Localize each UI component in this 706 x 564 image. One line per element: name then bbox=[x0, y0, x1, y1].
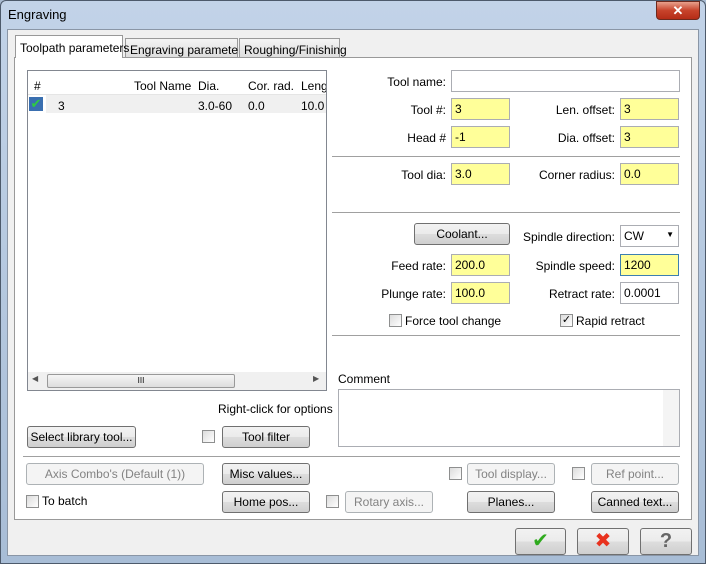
row-dia: 3.0-60 bbox=[198, 99, 233, 113]
ref-point-checkbox[interactable] bbox=[572, 467, 585, 480]
len-offset-input[interactable]: 3 bbox=[620, 98, 679, 120]
row-length: 10.0 bbox=[301, 99, 325, 113]
tool-check-icon: ✔ bbox=[29, 96, 43, 111]
tool-dia-label: Tool dia: bbox=[401, 168, 446, 182]
misc-values-button[interactable]: Misc values... bbox=[222, 463, 310, 485]
spindle-direction-value: CW bbox=[624, 229, 644, 243]
rotary-axis-checkbox[interactable] bbox=[326, 495, 339, 508]
force-tool-change-label: Force tool change bbox=[405, 314, 502, 328]
ok-button[interactable]: ✔ bbox=[515, 528, 566, 555]
force-tool-change-checkbox[interactable] bbox=[389, 314, 402, 327]
horizontal-scrollbar[interactable]: ◀ III ▶ bbox=[28, 372, 326, 390]
dia-offset-input[interactable]: 3 bbox=[620, 126, 679, 148]
x-icon: ✖ bbox=[594, 530, 612, 552]
plunge-rate-label: Plunge rate: bbox=[381, 287, 446, 301]
corner-radius-label: Corner radius: bbox=[538, 168, 615, 182]
close-button[interactable]: ✕ bbox=[656, 1, 700, 20]
divider bbox=[23, 456, 680, 457]
comment-textarea[interactable] bbox=[338, 389, 680, 447]
divider bbox=[332, 335, 680, 336]
row-num: 3 bbox=[58, 99, 65, 113]
column-header-dia[interactable]: Dia. bbox=[198, 79, 219, 93]
close-icon: ✕ bbox=[672, 3, 684, 18]
head-num-label: Head # bbox=[407, 131, 446, 145]
tool-name-label: Tool name: bbox=[387, 75, 446, 89]
planes-button[interactable]: Planes... bbox=[467, 491, 555, 513]
window-title: Engraving bbox=[8, 7, 67, 22]
divider bbox=[332, 212, 680, 213]
tool-num-label: Tool #: bbox=[410, 103, 446, 117]
spindle-speed-label: Spindle speed: bbox=[535, 259, 615, 273]
cancel-button[interactable]: ✖ bbox=[577, 528, 629, 555]
tool-display-button[interactable]: Tool display... bbox=[467, 463, 555, 485]
table-row[interactable] bbox=[46, 95, 326, 113]
divider bbox=[332, 156, 680, 157]
tool-name-input[interactable] bbox=[451, 70, 680, 92]
help-button[interactable]: ? bbox=[640, 528, 692, 555]
tab-roughing-finishing[interactable]: Roughing/Finishing bbox=[239, 38, 347, 58]
home-pos-button[interactable]: Home pos... bbox=[222, 491, 310, 513]
canned-text-button[interactable]: Canned text... bbox=[591, 491, 679, 513]
scroll-left-icon[interactable]: ◀ bbox=[32, 374, 38, 383]
scroll-thumb[interactable]: III bbox=[47, 374, 235, 388]
plunge-rate-input[interactable]: 100.0 bbox=[451, 282, 510, 304]
dia-offset-label: Dia. offset: bbox=[557, 131, 615, 145]
question-icon: ? bbox=[659, 530, 673, 552]
comment-scrollbar[interactable] bbox=[663, 390, 679, 446]
spindle-speed-input[interactable]: 1200 bbox=[620, 254, 679, 276]
tool-filter-checkbox[interactable] bbox=[202, 430, 215, 443]
spindle-direction-select[interactable]: CW ▼ bbox=[620, 225, 679, 247]
tab-engraving-parameters[interactable]: Engraving parameters bbox=[125, 38, 248, 58]
tab-toolpath-parameters[interactable]: Toolpath parameters bbox=[15, 35, 129, 58]
spindle-direction-label: Spindle direction: bbox=[522, 230, 615, 244]
chevron-down-icon: ▼ bbox=[666, 230, 674, 239]
head-num-input[interactable]: -1 bbox=[451, 126, 510, 148]
len-offset-label: Len. offset: bbox=[555, 103, 615, 117]
rapid-retract-label: Rapid retract bbox=[576, 314, 645, 328]
rapid-retract-checkbox[interactable]: ✓ bbox=[560, 314, 573, 327]
axis-combo-button[interactable]: Axis Combo's (Default (1)) bbox=[26, 463, 204, 485]
retract-rate-input[interactable]: 0.0001 bbox=[620, 282, 679, 304]
column-header-length[interactable]: Leng bbox=[301, 79, 326, 93]
coolant-button[interactable]: Coolant... bbox=[414, 223, 510, 245]
rotary-axis-button[interactable]: Rotary axis... bbox=[345, 491, 433, 513]
tool-num-input[interactable]: 3 bbox=[451, 98, 510, 120]
scroll-right-icon[interactable]: ▶ bbox=[313, 374, 319, 383]
tool-filter-button[interactable]: Tool filter bbox=[222, 426, 310, 448]
feed-rate-input[interactable]: 200.0 bbox=[451, 254, 510, 276]
tool-display-checkbox[interactable] bbox=[449, 467, 462, 480]
feed-rate-label: Feed rate: bbox=[391, 259, 446, 273]
row-cor-rad: 0.0 bbox=[248, 99, 265, 113]
ref-point-button[interactable]: Ref point... bbox=[591, 463, 679, 485]
column-header-cor-rad[interactable]: Cor. rad. bbox=[248, 79, 294, 93]
checkmark-icon: ✔ bbox=[532, 530, 549, 552]
column-header-num[interactable]: # bbox=[34, 79, 41, 93]
tool-dia-input[interactable]: 3.0 bbox=[451, 163, 510, 185]
column-header-tool-name[interactable]: Tool Name bbox=[134, 79, 191, 93]
tool-list[interactable]: # Tool Name Dia. Cor. rad. Leng ✔ 3 3.0-… bbox=[27, 70, 327, 391]
to-batch-checkbox[interactable] bbox=[26, 495, 39, 508]
corner-radius-input[interactable]: 0.0 bbox=[620, 163, 679, 185]
comment-label: Comment bbox=[338, 372, 391, 386]
to-batch-label: To batch bbox=[42, 494, 88, 508]
right-click-hint: Right-click for options bbox=[218, 402, 333, 416]
retract-rate-label: Retract rate: bbox=[548, 287, 615, 301]
select-library-tool-button[interactable]: Select library tool... bbox=[27, 426, 136, 448]
